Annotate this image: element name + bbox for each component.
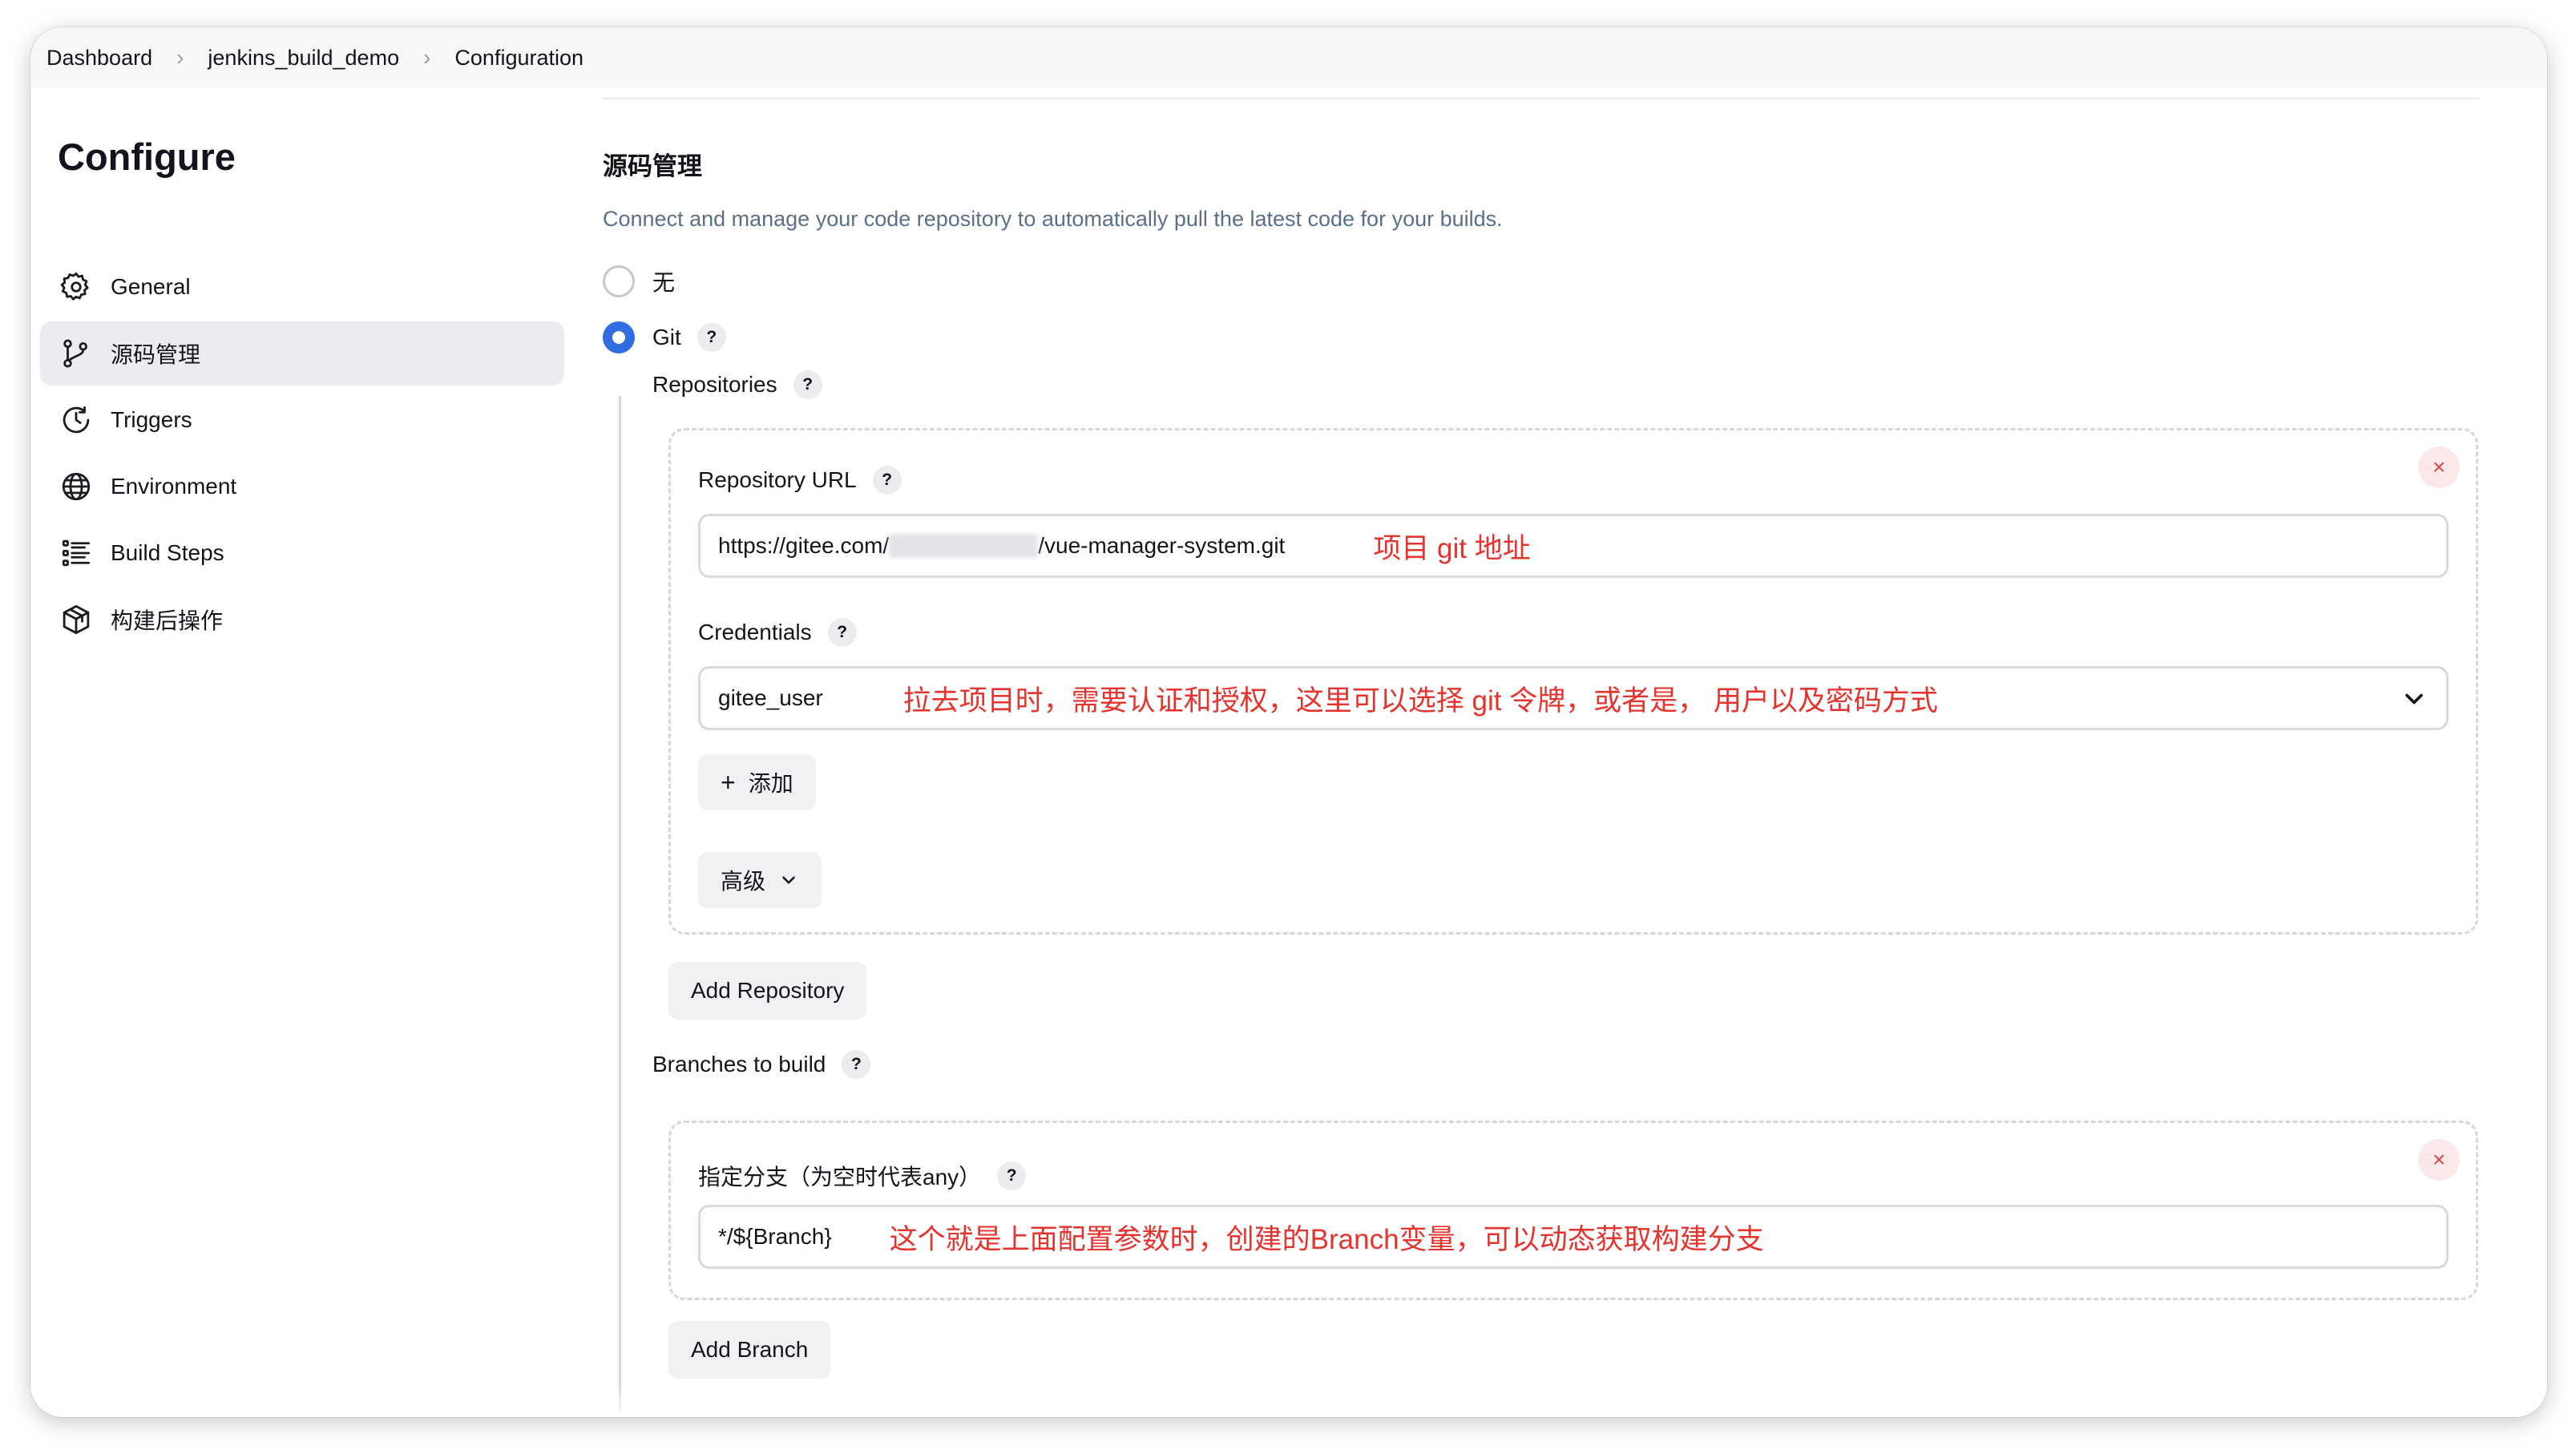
gear-icon: [59, 270, 93, 304]
add-repository-button[interactable]: Add Repository: [668, 962, 867, 1020]
add-credentials-button[interactable]: + 添加: [698, 754, 816, 810]
branch-specifier-label-row: 指定分支（为空时代表any） ?: [698, 1160, 1027, 1192]
branches-label: Branches to build: [652, 1052, 826, 1076]
branches-label-row: Branches to build ?: [652, 1050, 871, 1079]
section-title: 源码管理: [603, 152, 702, 180]
help-icon[interactable]: ?: [997, 1161, 1027, 1190]
option-none-label: 无: [652, 270, 676, 295]
page-title: Configure: [58, 135, 236, 178]
chevron-right-icon: ›: [423, 45, 431, 70]
credentials-label: Credentials: [698, 620, 812, 644]
help-icon[interactable]: ?: [696, 323, 726, 352]
repo-url-suffix: /vue-manager-system.git: [1038, 533, 1286, 558]
help-icon[interactable]: ?: [842, 1050, 871, 1079]
sidebar-nav: General 源码管理 Triggers Environment Build …: [40, 255, 564, 654]
credentials-value: gitee_user: [718, 685, 823, 710]
chevron-down-icon: [2400, 685, 2429, 713]
breadcrumb-configuration[interactable]: Configuration: [454, 46, 583, 71]
branch-value: */${Branch}: [718, 1224, 832, 1249]
repositories-label-row: Repositories ?: [652, 370, 822, 399]
list-icon: [59, 536, 93, 570]
close-icon[interactable]: ×: [2418, 446, 2460, 488]
branch-specifier-input[interactable]: */${Branch} 这个就是上面配置参数时，创建的Branch变量，可以动态…: [698, 1205, 2449, 1269]
package-icon: [59, 603, 93, 636]
repo-url-label-row: Repository URL ?: [698, 466, 902, 495]
option-git-row[interactable]: Git ?: [603, 321, 726, 353]
breadcrumb-job[interactable]: jenkins_build_demo: [208, 46, 399, 71]
credentials-annotation: 拉去项目时，需要认证和授权，这里可以选择 git 令牌，或者是， 用户以及密码方…: [902, 685, 1938, 717]
repositories-label: Repositories: [652, 372, 777, 397]
clock-icon: [59, 403, 93, 437]
sidebar-item-label: 构建后操作: [111, 608, 224, 633]
branch-specifier-label: 指定分支（为空时代表any）: [698, 1165, 982, 1190]
repository-panel: × Repository URL ? https://gitee.com/ /v…: [668, 428, 2478, 935]
chevron-right-icon: ›: [176, 45, 184, 70]
chevron-down-icon: [778, 870, 799, 891]
advanced-label: 高级: [721, 869, 766, 894]
help-icon[interactable]: ?: [872, 466, 902, 495]
sidebar-item-label: Triggers: [111, 407, 192, 432]
sidebar-item-label: Environment: [111, 474, 237, 499]
sidebar-item-post-build[interactable]: 构建后操作: [40, 588, 564, 652]
close-icon[interactable]: ×: [2418, 1139, 2460, 1181]
plus-icon: +: [721, 768, 736, 797]
sidebar-item-environment[interactable]: Environment: [40, 454, 564, 519]
sidebar-item-source-code[interactable]: 源码管理: [40, 321, 564, 386]
option-git-label: Git: [652, 325, 681, 349]
add-branch-button[interactable]: Add Branch: [668, 1321, 831, 1379]
section-description: Connect and manage your code repository …: [603, 207, 1503, 231]
sidebar-item-label: General: [111, 274, 191, 299]
globe-icon: [59, 470, 93, 503]
scroll-fade: [603, 1385, 2547, 1417]
radio-git[interactable]: [603, 321, 635, 353]
main-content: 源码管理 Connect and manage your code reposi…: [603, 27, 2547, 1417]
repo-url-annotation: 项目 git 地址: [1373, 532, 1531, 564]
breadcrumb-dashboard[interactable]: Dashboard: [46, 46, 152, 71]
branch-annotation: 这个就是上面配置参数时，创建的Branch变量，可以动态获取构建分支: [889, 1223, 1764, 1255]
radio-none[interactable]: [603, 265, 635, 297]
section-indent-line: [619, 396, 621, 1417]
repo-url-prefix: https://gitee.com/: [718, 533, 890, 558]
advanced-button[interactable]: 高级: [698, 852, 822, 908]
sidebar-item-build-steps[interactable]: Build Steps: [40, 521, 564, 585]
repo-url-input[interactable]: https://gitee.com/ /vue-manager-system.g…: [698, 514, 2449, 578]
sidebar-item-general[interactable]: General: [40, 255, 564, 319]
help-icon[interactable]: ?: [793, 370, 822, 399]
sidebar-item-triggers[interactable]: Triggers: [40, 388, 564, 452]
help-icon[interactable]: ?: [827, 618, 857, 647]
repo-url-label: Repository URL: [698, 467, 857, 492]
option-none-row[interactable]: 无: [603, 265, 675, 297]
add-repository-label: Add Repository: [691, 978, 845, 1003]
credentials-label-row: Credentials ?: [698, 618, 857, 647]
browser-window: Dashboard › jenkins_build_demo › Configu…: [30, 27, 2547, 1417]
branch-icon: [59, 337, 93, 370]
sidebar-item-label: Build Steps: [111, 540, 224, 565]
add-label: 添加: [748, 771, 793, 796]
add-branch-label: Add Branch: [691, 1337, 809, 1362]
sidebar-item-label: 源码管理: [111, 342, 201, 367]
credentials-select[interactable]: gitee_user 拉去项目时，需要认证和授权，这里可以选择 git 令牌，或…: [698, 666, 2449, 730]
branch-panel: × 指定分支（为空时代表any） ? */${Branch} 这个就是上面配置参…: [668, 1121, 2478, 1300]
redacted-segment: [889, 534, 1039, 558]
